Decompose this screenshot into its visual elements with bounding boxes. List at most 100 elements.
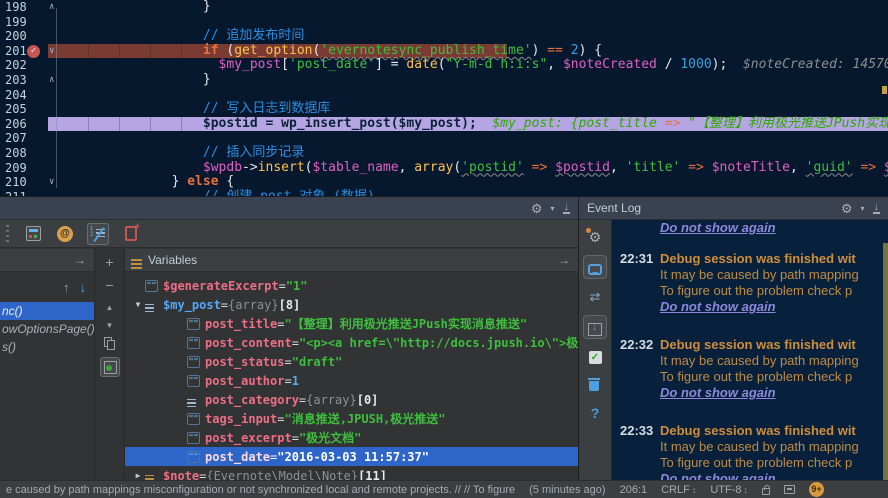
code-line-207[interactable]: 207 <box>0 131 888 146</box>
fold-marker-icon[interactable]: ∨ <box>49 44 54 59</box>
line-number[interactable]: 205 <box>5 102 27 117</box>
code-line-210[interactable]: 210 ∨ } else { <box>0 174 888 190</box>
do-not-show-again-link[interactable]: Do not show again <box>660 385 776 400</box>
line-number[interactable]: 206 <box>5 117 27 132</box>
do-not-show-again-link[interactable]: Do not show again <box>660 299 776 314</box>
focus-pin-icon[interactable]: → <box>74 253 86 267</box>
settings-gear-icon[interactable]: ⚙ <box>841 202 853 215</box>
drag-handle[interactable] <box>6 224 9 243</box>
code-line-209[interactable]: 209 $wpdb->insert($table_name, array('po… <box>0 160 888 176</box>
previous-frame-icon[interactable]: ↑ <box>63 280 70 295</box>
variable-row-post_category[interactable]: post_category = {array} [0] <box>125 390 578 409</box>
variable-row-post_excerpt[interactable]: "" post_excerpt = "极光文档" <box>125 428 578 447</box>
sort-values-toggle[interactable]: 12 <box>87 222 109 245</box>
focus-pin-icon[interactable]: → <box>558 253 570 267</box>
variable-row-generateExcerpt[interactable]: "" $generateExcerpt = "1" <box>125 276 578 295</box>
code-line-203[interactable]: 203 ∧ } <box>0 72 888 88</box>
line-number[interactable]: 209 <box>5 161 27 176</box>
stack-frame-item[interactable]: nc() <box>0 302 94 320</box>
indent-guide <box>181 0 182 196</box>
remove-watch-button[interactable]: − <box>101 278 119 294</box>
variable-row-note[interactable]: ▶ $note = {Evernote\Model\Note} [11] <box>125 466 578 481</box>
code-line-204[interactable]: 204 <box>0 88 888 103</box>
indent-guide <box>119 0 120 196</box>
variable-row-post_author[interactable]: "" post_author = 1 <box>125 371 578 390</box>
event-log-panel: Event Log ⚙ ▾ ↓ ⚙ ⇄ ✓ ? Do not show again… <box>578 196 888 480</box>
fold-marker-icon[interactable]: ∧ <box>49 73 54 88</box>
log-settings-icon[interactable]: ⚙ <box>584 227 606 247</box>
string-type-icon: "" <box>145 279 158 292</box>
add-watch-button[interactable]: + <box>101 255 119 271</box>
error-stripe-mark[interactable] <box>882 86 887 94</box>
code-line-199[interactable]: 199 <box>0 15 888 30</box>
hide-panel-icon[interactable]: ↓ <box>562 202 570 214</box>
code-line-205[interactable]: 205 // 写入日志到数据库 <box>0 101 888 117</box>
code-line-202[interactable]: 202 $my_post['post_date'] = date("Y-m-d … <box>0 58 888 73</box>
do-not-show-again-link[interactable]: Do not show again <box>660 220 776 235</box>
show-watches-toggle[interactable] <box>99 357 120 377</box>
indent-guide <box>88 0 89 196</box>
fold-marker-icon[interactable]: ∨ <box>49 175 54 190</box>
variables-icon <box>131 259 142 269</box>
fold-marker-icon[interactable]: ∧ <box>49 0 54 15</box>
event-log-content: Do not show again 22:31 Debug session was… <box>612 220 888 480</box>
hide-panel-icon[interactable]: ↓ <box>872 202 880 214</box>
line-ending-selector[interactable]: CRLF ↕ <box>661 484 696 496</box>
mark-object-button[interactable]: @ <box>55 224 75 244</box>
variable-row-my_post[interactable]: ▼ $my_post = {array} [8] <box>125 295 578 314</box>
line-number[interactable]: 200 <box>5 29 27 44</box>
tree-expand-icon[interactable]: ▶ <box>131 471 145 480</box>
updown-icon: ↕ <box>743 484 749 495</box>
line-number[interactable]: 208 <box>5 146 27 161</box>
code-line-206[interactable]: 206 $postid = wp_insert_post($my_post); … <box>0 116 888 132</box>
variable-row-post_status[interactable]: "" post_status = "draft" <box>125 352 578 371</box>
settings-gear-icon[interactable]: ⚙ <box>531 202 543 215</box>
stack-frame-item[interactable]: s() <box>0 338 94 356</box>
breakpoint-icon[interactable]: ✓ <box>27 44 40 58</box>
line-number[interactable]: 202 <box>5 58 27 73</box>
event-timestamp: 22:31 <box>620 251 654 266</box>
lock-icon[interactable] <box>762 484 771 495</box>
line-number[interactable]: 203 <box>5 73 27 88</box>
caret-position[interactable]: 206:1 <box>620 484 648 496</box>
code-line-201[interactable]: 201 ✓ ∨ if (get_option('evernotesync_publi… <box>0 43 888 59</box>
scroll-to-end-icon[interactable]: ⇄ <box>584 287 606 307</box>
line-number[interactable]: 199 <box>5 15 27 30</box>
code-line-198[interactable]: 198 ∧ } <box>0 0 888 15</box>
stack-frame-item[interactable]: owOptionsPage() <box>0 320 94 338</box>
digits-icon: 12 <box>90 225 94 238</box>
show-balloons-toggle[interactable] <box>583 255 607 279</box>
import-toggle[interactable] <box>583 315 607 339</box>
line-number[interactable]: 210 <box>5 175 27 190</box>
code-line-208[interactable]: 208 // 插入同步记录 <box>0 145 888 161</box>
do-not-show-again-link[interactable]: Do not show again <box>660 471 776 480</box>
event-log-scrollbar[interactable] <box>883 243 888 480</box>
next-frame-icon[interactable]: ↓ <box>80 280 87 295</box>
code-line-200[interactable]: 200 // 追加发布时间 <box>0 28 888 44</box>
speech-bubble-icon <box>588 263 602 275</box>
chevron-down-icon[interactable]: ▾ <box>860 204 864 213</box>
line-number[interactable]: 198 <box>5 0 27 15</box>
move-up-button[interactable]: ▲ <box>101 301 119 312</box>
variable-row-post_content[interactable]: "" post_content = "<p><a href=\"http://do… <box>125 333 578 352</box>
variable-row-post_date[interactable]: "" post_date = "2016-03-03 11:57:37" <box>125 447 578 466</box>
mark-all-read-button[interactable]: ✓ <box>584 347 606 367</box>
variable-row-tags_input[interactable]: "" tags_input = "消息推送,JPUSH,极光推送" <box>125 409 578 428</box>
move-down-button[interactable]: ▼ <box>101 319 119 330</box>
duplicate-icon[interactable] <box>104 337 115 350</box>
monitor-icon[interactable] <box>784 485 796 494</box>
code-editor[interactable]: 198 ∧ } 199 200 // 追加发布时间 201 ✓ ∨ if (get_opti… <box>0 0 888 196</box>
tree-expand-icon[interactable]: ▼ <box>131 300 145 309</box>
line-number[interactable]: 204 <box>5 88 27 103</box>
encoding-selector[interactable]: UTF-8 ↕ <box>710 484 748 496</box>
clear-log-button[interactable] <box>584 375 606 395</box>
chevron-down-icon[interactable]: ▾ <box>550 204 554 213</box>
evaluate-expression-button[interactable] <box>23 224 43 244</box>
help-button[interactable]: ? <box>584 403 606 423</box>
notifications-badge[interactable]: 9+ <box>809 482 825 497</box>
variable-row-post_title[interactable]: "" post_title = "【整理】利用极光推送JPush实现消息推送" <box>125 314 578 333</box>
line-number[interactable]: 207 <box>5 131 27 146</box>
updown-icon: ↕ <box>691 484 697 495</box>
restore-layout-button[interactable] <box>121 221 141 244</box>
line-number[interactable]: 201 <box>5 44 27 59</box>
